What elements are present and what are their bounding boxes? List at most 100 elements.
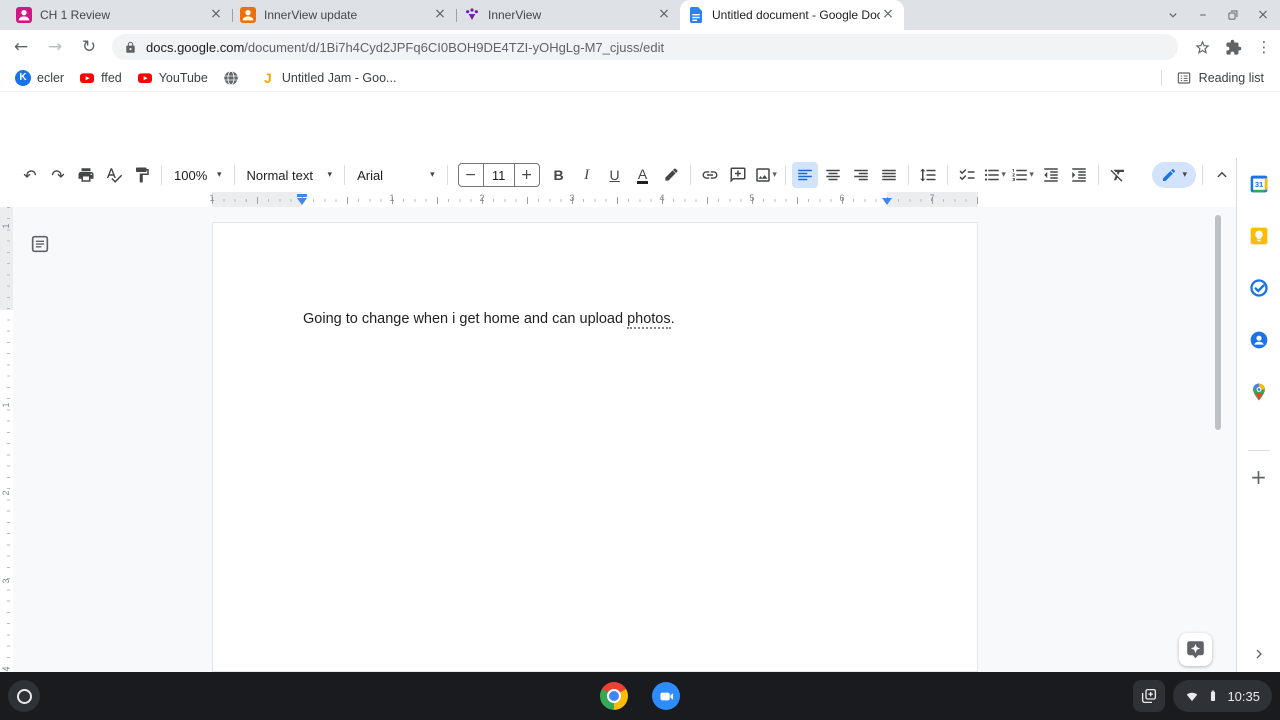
restore-window-button[interactable] — [1218, 0, 1248, 30]
increase-indent[interactable] — [1066, 162, 1092, 188]
align-justify[interactable] — [876, 162, 902, 188]
tab-close-icon[interactable]: × — [432, 7, 448, 23]
get-add-ons-button[interactable]: + — [1250, 467, 1267, 487]
google-calendar-icon[interactable] — [1249, 174, 1269, 194]
checklist[interactable] — [954, 162, 980, 188]
decrease-indent[interactable] — [1038, 162, 1064, 188]
font-size-increase[interactable]: + — [515, 164, 539, 186]
extensions-puzzle-icon[interactable] — [1220, 34, 1246, 60]
browser-tab[interactable]: Untitled document - Google Docs× — [680, 0, 904, 30]
italic[interactable]: I — [574, 162, 600, 188]
reload-button[interactable]: ↻ — [76, 34, 102, 60]
clear-formatting[interactable] — [1105, 162, 1131, 188]
browser-tab[interactable]: InnerView× — [456, 0, 680, 30]
show-document-outline-icon[interactable] — [29, 233, 51, 255]
horizontal-ruler[interactable]: 11234567 — [0, 192, 1236, 207]
browser-menu-icon[interactable]: ⋮ — [1251, 34, 1277, 60]
hide-side-panel-chevron-icon[interactable] — [1251, 646, 1267, 662]
bookmark-untitled-jam-goo[interactable]: JUntitled Jam - Goo... — [260, 70, 397, 86]
close-window-button[interactable]: × — [1248, 0, 1278, 30]
tab-close-icon[interactable]: × — [880, 7, 896, 23]
bold[interactable]: B — [546, 162, 572, 188]
first-line-indent-marker[interactable] — [297, 194, 307, 197]
person-badge-favicon — [240, 7, 256, 23]
chromeos-shelf: 10:35 — [0, 672, 1280, 720]
bookmark-ecler[interactable]: Kecler — [15, 70, 64, 86]
right-indent-marker[interactable] — [882, 198, 892, 205]
url-text: docs.google.com/document/d/1Bi7h4Cyd2JPF… — [146, 40, 664, 55]
back-button[interactable]: ← — [8, 34, 34, 60]
insert-image[interactable]: ▾ — [753, 162, 779, 188]
line-spacing[interactable] — [915, 162, 941, 188]
google-keep-icon[interactable] — [1249, 226, 1269, 246]
editing-mode[interactable]: ▾ — [1152, 162, 1196, 188]
zoom-select[interactable]: 100%▾ — [168, 162, 228, 188]
bookmark-youtube[interactable]: YouTube — [137, 70, 208, 86]
screen-capture-button[interactable] — [1133, 680, 1165, 712]
address-bar[interactable]: docs.google.com/document/d/1Bi7h4Cyd2JPF… — [112, 34, 1178, 60]
tab-close-icon[interactable]: × — [656, 7, 672, 23]
add-comment[interactable] — [725, 162, 751, 188]
numbered-list[interactable]: ▾ — [1010, 162, 1036, 188]
tab-search-chevron-icon[interactable] — [1158, 0, 1188, 30]
redo[interactable]: ↷ — [45, 162, 71, 188]
insert-link[interactable] — [697, 162, 723, 188]
tab-close-icon[interactable]: × — [208, 7, 224, 23]
ruler-number: 7 — [929, 193, 934, 203]
zoom-app-icon[interactable] — [652, 682, 680, 710]
font-size-value[interactable]: 11 — [483, 164, 515, 186]
highlight-color[interactable] — [658, 162, 684, 188]
print[interactable] — [73, 162, 99, 188]
ruler-number: 6 — [839, 193, 844, 203]
google-tasks-icon[interactable] — [1249, 278, 1269, 298]
people-network-favicon — [464, 7, 480, 23]
google-docs-favicon — [688, 7, 704, 23]
insert-image-icon — [754, 166, 772, 184]
text-color[interactable]: A — [630, 162, 656, 188]
align-center[interactable] — [820, 162, 846, 188]
google-maps-icon[interactable] — [1249, 382, 1269, 402]
bookmark-label: YouTube — [159, 71, 208, 85]
browser-tab[interactable]: CH 1 Review× — [8, 0, 232, 30]
google-contacts-icon[interactable] — [1249, 330, 1269, 350]
document-text[interactable]: Going to change when i get home and can … — [303, 311, 675, 327]
ruler-ticks — [7, 207, 10, 672]
bulleted-list[interactable]: ▾ — [982, 162, 1008, 188]
vertical-ruler[interactable]: 11234 — [0, 207, 13, 672]
explore-button[interactable] — [1179, 633, 1212, 666]
highlight-color-icon — [662, 166, 680, 184]
system-tray[interactable]: 10:35 — [1173, 680, 1272, 712]
launcher-button[interactable] — [8, 680, 40, 712]
font-select[interactable]: Arial▾ — [351, 162, 441, 188]
left-indent-marker[interactable] — [297, 198, 307, 205]
bookmark-star-icon[interactable] — [1189, 34, 1215, 60]
align-right[interactable] — [848, 162, 874, 188]
browser-tab[interactable]: InnerView update× — [232, 0, 456, 30]
bookmark-ffed[interactable]: ffed — [79, 70, 122, 86]
reading-list-button[interactable]: Reading list — [1161, 70, 1264, 86]
underline[interactable]: U — [602, 162, 628, 188]
screen-capture-icon — [1140, 687, 1158, 705]
undo[interactable]: ↶ — [17, 162, 43, 188]
text-run: . — [671, 311, 675, 327]
hide-menus[interactable] — [1209, 162, 1235, 188]
wifi-icon — [1185, 689, 1199, 703]
print-icon — [77, 166, 95, 184]
paint-format[interactable] — [129, 162, 155, 188]
ruler-number: 1 — [1, 399, 11, 411]
styles-select[interactable]: Normal text▾ — [241, 162, 339, 188]
bookmark-globe[interactable] — [223, 70, 245, 86]
url-path: /document/d/1Bi7h4Cyd2JPFq6CI0BOH9DE4TZI… — [244, 40, 664, 55]
ruler-number: 2 — [479, 193, 484, 203]
vertical-scrollbar[interactable] — [1215, 215, 1221, 430]
font-size-decrease[interactable]: − — [459, 164, 483, 186]
caret-down-icon: ▾ — [1001, 170, 1006, 180]
document-page[interactable]: Going to change when i get home and can … — [212, 222, 978, 672]
chrome-app-icon[interactable] — [600, 682, 628, 710]
align-left[interactable] — [792, 162, 818, 188]
forward-button[interactable]: → — [42, 34, 68, 60]
minimize-button[interactable]: – — [1188, 0, 1218, 30]
spelling-grammar-check[interactable] — [101, 162, 127, 188]
k-badge-icon: K — [15, 70, 31, 86]
ruler-number: 3 — [1, 575, 11, 587]
